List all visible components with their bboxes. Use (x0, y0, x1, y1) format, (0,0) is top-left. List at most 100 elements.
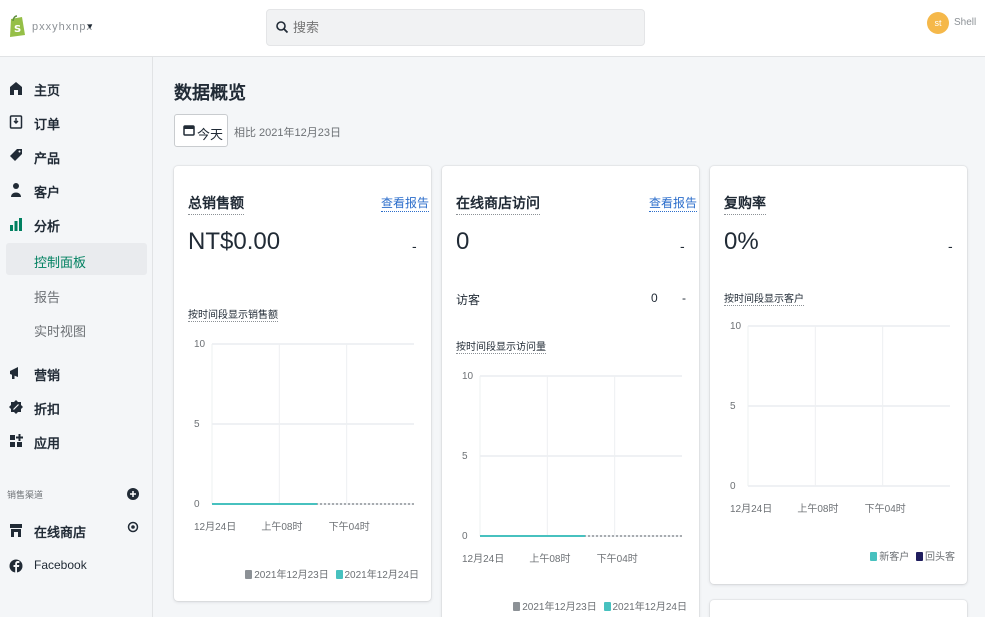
sidebar-subitem-reports[interactable]: 报告 (0, 278, 153, 310)
person-icon (11, 183, 21, 197)
store-name[interactable]: pxxyhxnpx (32, 21, 93, 33)
x-tick-label: 12月24日 (730, 503, 772, 515)
facebook-icon (9, 559, 23, 573)
sidebar-item-facebook[interactable]: Facebook (0, 551, 153, 581)
chart-title: 按时间段显示销售额 (188, 306, 278, 322)
sidebar-subitem-label: 控制面板 (34, 255, 87, 270)
svg-text:S: S (14, 24, 21, 35)
sidebar-item-label: 应用 (34, 436, 61, 451)
user-name[interactable]: Shell (954, 17, 976, 28)
sidebar-item-discounts[interactable]: 折扣 (0, 392, 153, 422)
visits-value: 0 (456, 228, 470, 255)
legend-swatch (603, 602, 611, 611)
sidebar-item-label: 折扣 (34, 402, 61, 417)
legend-swatch (513, 602, 521, 611)
y-tick-label: 0 (194, 499, 200, 510)
search-input[interactable] (291, 10, 631, 45)
avatar[interactable]: st (927, 12, 949, 34)
tag-icon (10, 149, 22, 161)
legend-label: 新客户 (879, 552, 910, 563)
repeat-rate-value: 0% (724, 228, 759, 255)
x-tick-label: 12月24日 (462, 553, 504, 565)
add-channel-icon[interactable] (127, 488, 139, 500)
calendar-icon (183, 125, 195, 136)
apps-icon (10, 434, 23, 447)
search-bar[interactable] (266, 9, 645, 46)
sidebar-item-label: 产品 (34, 151, 61, 166)
legend-swatch (916, 552, 923, 561)
store-icon (10, 524, 22, 537)
sidebar-item-orders[interactable]: 订单 (0, 107, 153, 137)
top-bar: S pxxyhxnpx ▼ st Shell (0, 0, 985, 57)
y-tick-label: 10 (462, 371, 474, 382)
bar-chart-icon (10, 218, 22, 231)
x-tick-label: 上午08时 (261, 520, 302, 533)
change-indicator: - (680, 238, 685, 254)
x-tick-label: 上午08时 (797, 502, 838, 515)
sidebar-item-online-store[interactable]: 在线商店 (0, 515, 153, 545)
sidebar-item-products[interactable]: 产品 (0, 141, 153, 171)
sidebar-item-label: 分析 (34, 219, 61, 234)
online-store-visits-card: 在线商店访问 查看报告 0 - 访客 0 - 按时间段显示访问量 10 5 0 12月… (442, 166, 699, 617)
sidebar-item-analytics[interactable]: 分析 (0, 209, 153, 239)
total-sales-card: 总销售额 查看报告 NT$0.00 - 按时间段显示销售额 10 5 0 12月24日… (174, 166, 431, 601)
date-range-label: 今天 (197, 127, 224, 142)
sidebar-item-label: 在线商店 (34, 525, 87, 540)
y-tick-label: 0 (730, 481, 736, 492)
compare-date-text: 相比 2021年12月23日 (234, 127, 341, 139)
y-tick-label: 5 (462, 451, 468, 462)
sidebar-subitem-live-view[interactable]: 实时视图 (0, 312, 153, 344)
chart-title: 按时间段显示客户 (724, 290, 804, 306)
x-tick-label: 12月24日 (194, 521, 236, 533)
legend-label: 2021年12月23日 (254, 570, 329, 581)
chart-legend: 2021年12月23日 2021年12月24日 (241, 566, 419, 581)
view-report-link[interactable]: 查看报告 (649, 194, 698, 212)
legend-label: 回头客 (925, 552, 955, 563)
sidebar: 主页 订单 产品 客户 分析 控制面板 报告 实时视图 营销 折扣 应用 销售渠… (0, 57, 153, 617)
date-range-button[interactable]: 今天 (174, 114, 228, 147)
legend-swatch (870, 552, 878, 561)
y-tick-label: 5 (730, 401, 736, 412)
y-tick-label: 0 (462, 531, 468, 542)
chevron-down-icon[interactable]: ▼ (86, 22, 94, 31)
legend-label: 2021年12月24日 (344, 570, 420, 581)
visitors-label: 访客 (456, 293, 481, 307)
legend-swatch (245, 570, 253, 579)
sidebar-item-label: 订单 (34, 117, 61, 132)
view-store-icon[interactable] (127, 521, 139, 533)
discount-icon (9, 400, 23, 414)
page-title: 数据概览 (174, 83, 246, 103)
view-report-link[interactable]: 查看报告 (381, 194, 430, 212)
sidebar-item-home[interactable]: 主页 (0, 73, 153, 103)
card-title: 复购率 (724, 193, 766, 215)
visitors-value: 0 (651, 291, 658, 305)
sidebar-subitem-label: 实时视图 (34, 324, 87, 339)
sidebar-item-apps[interactable]: 应用 (0, 426, 153, 456)
chart-title: 按时间段显示访问量 (456, 338, 546, 354)
repeat-rate-card: 复购率 0% - 按时间段显示客户 10 5 0 12月24日 上午08时 下午04时 新… (710, 166, 967, 584)
x-tick-label: 下午04时 (329, 520, 370, 533)
sidebar-item-label: Facebook (34, 558, 87, 572)
customers-over-time-chart: 10 5 0 12月24日 上午08时 下午04时 (730, 321, 950, 515)
legend-swatch (335, 570, 343, 579)
sidebar-item-customers[interactable]: 客户 (0, 175, 153, 205)
card-title: 在线商店访问 (456, 193, 540, 215)
change-indicator: - (948, 238, 953, 254)
card-title: 总销售额 (188, 193, 244, 215)
home-icon (10, 82, 22, 95)
y-tick-label: 10 (194, 339, 206, 350)
sidebar-item-marketing[interactable]: 营销 (0, 358, 153, 388)
total-sales-value: NT$0.00 (188, 228, 281, 255)
orders-icon (9, 115, 23, 129)
sidebar-item-label: 营销 (34, 368, 61, 383)
x-tick-label: 下午04时 (865, 502, 906, 515)
x-tick-label: 上午08时 (529, 552, 570, 565)
chart-legend: 新客户 回头客 (866, 548, 955, 563)
sidebar-subitem-dashboard[interactable]: 控制面板 (6, 243, 147, 275)
chart-legend: 2021年12月23日 2021年12月24日 (509, 598, 687, 613)
sales-channels-heading: 销售渠道 (7, 490, 44, 500)
sidebar-item-label: 主页 (34, 83, 61, 98)
y-tick-label: 10 (730, 321, 742, 332)
sidebar-item-label: 客户 (34, 185, 61, 200)
shopify-logo-icon[interactable]: S (8, 14, 26, 38)
